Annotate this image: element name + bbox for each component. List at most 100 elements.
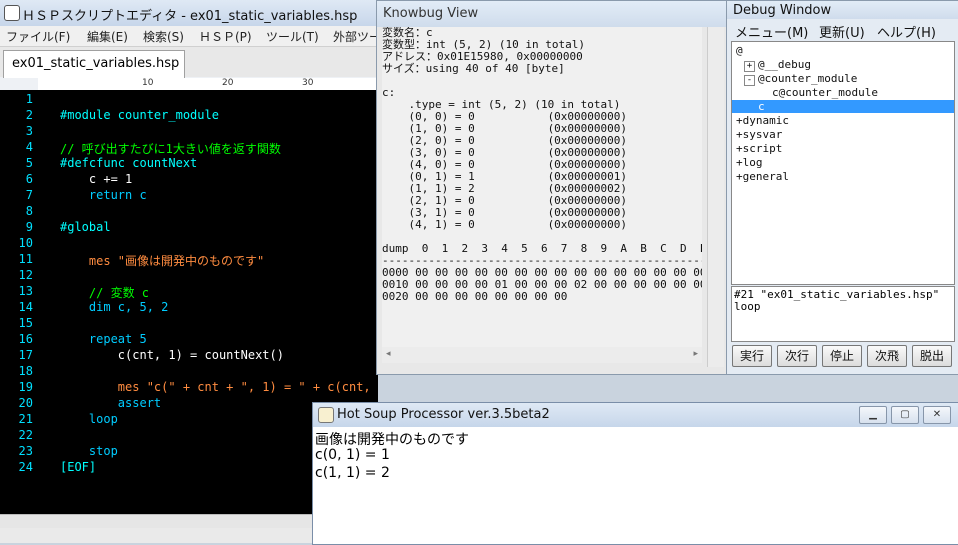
tree-item[interactable]: +sysvar	[736, 128, 782, 141]
step-out-button[interactable]: 脱出	[912, 345, 952, 367]
ruler-mark: 30	[302, 78, 314, 88]
line-number: 16	[18, 332, 33, 346]
debug-info-line: loop	[734, 300, 761, 313]
maximize-icon[interactable]: ▢	[891, 406, 919, 424]
debug-window: Debug Window メニュー(M) 更新(U) ヘルプ(H) @ + @__d…	[726, 0, 958, 375]
editor-titlebar[interactable]: ＨＳＰスクリプトエディタ - ex01_static_variables.hsp	[0, 0, 378, 26]
code-line: c(cnt, 1) = countNext()	[60, 348, 284, 362]
knowbug-title: Knowbug View	[383, 6, 479, 21]
step-button[interactable]: 次行	[777, 345, 817, 367]
line-number: 9	[25, 220, 33, 234]
minimize-icon[interactable]: ▁	[859, 406, 887, 424]
tree-item[interactable]: c	[732, 100, 954, 113]
debug-info-line: #21 "ex01_static_variables.hsp"	[734, 288, 940, 301]
debug-menu-refresh[interactable]: 更新(U)	[819, 22, 865, 41]
code-line: #defcfunc countNext	[60, 156, 198, 170]
tree-item[interactable]: @	[736, 44, 743, 57]
line-number: 23	[18, 444, 33, 458]
line-number: 15	[18, 316, 33, 330]
tree-item[interactable]: +dynamic	[736, 114, 789, 127]
run-button[interactable]: 実行	[732, 345, 772, 367]
tree-item[interactable]: + @__debug	[744, 58, 811, 72]
knowbug-horizontal-scrollbar[interactable]: ◂ ▸	[382, 347, 702, 363]
hsp-title: Hot Soup Processor ver.3.5beta2	[337, 407, 550, 422]
menu-tool[interactable]: ツール(T)	[266, 28, 319, 45]
editor-title: ＨＳＰスクリプトエディタ - ex01_static_variables.hsp	[22, 9, 358, 24]
line-number: 13	[18, 284, 33, 298]
editor-menubar: ファイル(F) 編集(E) 検索(S) ＨＳＰ(P) ツール(T) 外部ツー	[0, 26, 381, 47]
tree-item-label: +general	[736, 170, 789, 183]
menu-external-tool[interactable]: 外部ツー	[333, 28, 381, 45]
debug-titlebar[interactable]: Debug Window	[727, 1, 958, 19]
hsp-window-icon	[318, 407, 334, 423]
code-line: [EOF]	[60, 460, 97, 474]
debug-menubar: メニュー(M) 更新(U) ヘルプ(H)	[727, 20, 958, 41]
line-number-gutter: 1 2 3 4 5 6 7 8 9 10 11 12 13 14 15 16 17 18 19 20 21 22 23 24	[0, 90, 39, 514]
line-number: 3	[25, 124, 33, 138]
code-line: c += 1	[60, 172, 133, 186]
line-number: 7	[25, 188, 33, 202]
code-line: // 呼び出すたびに1大きい値を返す関数	[60, 142, 281, 156]
line-number: 6	[25, 172, 33, 186]
line-number: 14	[18, 300, 33, 314]
menu-hsp[interactable]: ＨＳＰ(P)	[199, 28, 252, 45]
tree-item-label: +sysvar	[736, 128, 783, 141]
tree-item[interactable]: +general	[736, 170, 789, 183]
tree-item-label: @__debug	[758, 58, 811, 71]
file-tab[interactable]: ex01_static_variables.hsp	[3, 50, 185, 78]
line-number: 18	[18, 364, 33, 378]
hsp-titlebar[interactable]: Hot Soup Processor ver.3.5beta2 ▁ ▢ ✕	[313, 403, 958, 427]
output-line: c(0, 1) = 1	[315, 447, 390, 463]
menu-file[interactable]: ファイル(F)	[6, 28, 70, 45]
code-line: return c	[60, 188, 147, 202]
line-number: 2	[25, 108, 33, 122]
scroll-right-icon[interactable]: ▸	[693, 349, 698, 359]
menu-search[interactable]: 検索(S)	[143, 28, 184, 45]
hsp-output-area: 画像は開発中のものです c(0, 1) = 1 c(1, 1) = 2	[315, 428, 955, 542]
line-number: 19	[18, 380, 33, 394]
hsp-output-window: Hot Soup Processor ver.3.5beta2 ▁ ▢ ✕ 画像…	[312, 402, 958, 545]
code-line: repeat 5	[60, 332, 147, 346]
line-number: 10	[18, 236, 33, 250]
code-line: loop	[60, 412, 118, 426]
file-tab-label: ex01_static_variables.hsp	[12, 56, 180, 71]
code-line: #module counter_module	[60, 108, 219, 122]
variable-tree[interactable]: @ + @__debug - @counter_module c@counter_modu…	[731, 41, 955, 285]
line-number: 12	[18, 268, 33, 282]
knowbug-window: Knowbug View 変数名：c 変数型：int (5, 2) (10 in…	[376, 0, 728, 375]
collapse-icon[interactable]: -	[744, 75, 755, 86]
tree-item[interactable]: - @counter_module	[744, 72, 857, 86]
expand-icon[interactable]: +	[744, 61, 755, 72]
knowbug-vertical-scrollbar[interactable]	[707, 27, 724, 367]
line-number: 4	[25, 140, 33, 154]
knowbug-titlebar[interactable]: Knowbug View	[377, 1, 727, 27]
close-icon[interactable]: ✕	[923, 406, 951, 424]
code-line: // 変数 c	[60, 286, 150, 300]
stop-button[interactable]: 停止	[822, 345, 862, 367]
code-line: mes "画像は開発中のものです"	[60, 254, 265, 268]
output-line: 画像は開発中のものです	[315, 432, 469, 448]
tree-item-label: @	[736, 44, 743, 57]
scroll-left-icon[interactable]: ◂	[386, 349, 391, 359]
line-number: 21	[18, 412, 33, 426]
debug-menu-menu[interactable]: メニュー(M)	[735, 22, 808, 41]
code-line: mes "c(" + cnt + ", 1) = " + c(cnt, 1)	[60, 380, 378, 394]
output-line: c(1, 1) = 2	[315, 465, 390, 481]
code-line: #global	[60, 220, 111, 234]
code-line: dim c, 5, 2	[60, 300, 169, 314]
line-number: 22	[18, 428, 33, 442]
debug-title: Debug Window	[733, 3, 832, 18]
line-number: 11	[18, 252, 33, 266]
debug-menu-help[interactable]: ヘルプ(H)	[877, 22, 936, 41]
tree-item-label: c	[758, 100, 765, 113]
tree-item-label: +log	[736, 156, 763, 169]
tree-item-label: +dynamic	[736, 114, 789, 127]
tree-item[interactable]: +script	[736, 142, 782, 155]
tree-item[interactable]: +log	[736, 156, 763, 169]
tree-item[interactable]: c@counter_module	[772, 86, 878, 99]
line-number: 24	[18, 460, 33, 474]
tree-item-label: c@counter_module	[772, 86, 878, 99]
step-over-button[interactable]: 次飛	[867, 345, 907, 367]
menu-edit[interactable]: 編集(E)	[87, 28, 128, 45]
ruler-mark: 10	[142, 78, 154, 88]
